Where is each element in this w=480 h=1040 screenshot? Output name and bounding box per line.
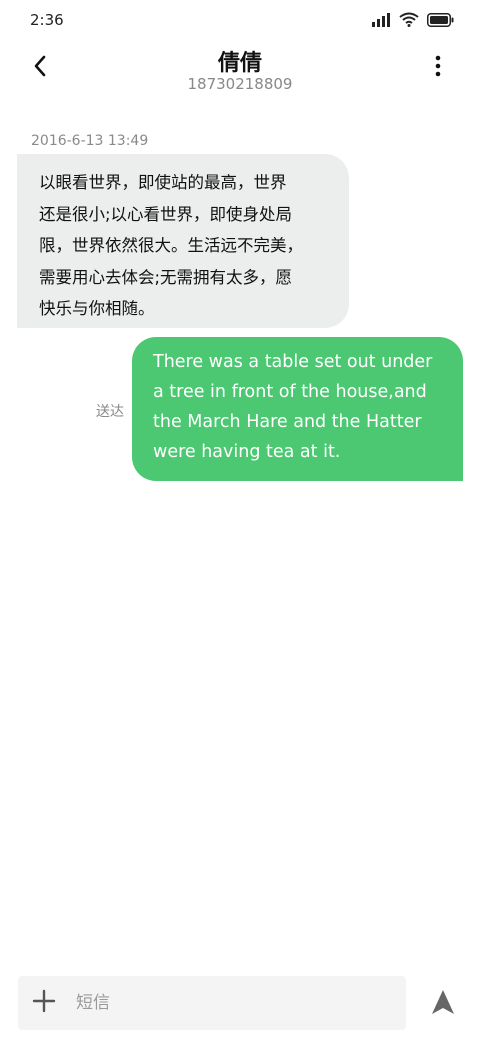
add-attachment-button[interactable] [30, 989, 58, 1017]
sms-input[interactable] [76, 986, 386, 1020]
message-line: 快乐与你相随。 [39, 299, 155, 318]
status-time: 2:36 [30, 11, 64, 29]
plus-icon [32, 989, 56, 1017]
message-line: 限，世界依然很大。生活远不完美， [39, 236, 303, 255]
contact-number: 18730218809 [187, 75, 293, 93]
message-line: 需要用心去体会;无需拥有太多，愿 [39, 267, 293, 287]
message-line: 还是很小;以心看世界，即使身处局 [39, 204, 293, 224]
incoming-message-bubble[interactable]: 以眼看世界，即使站的最高，世界 还是很小;以心看世界，即使身处局 限，世界依然很… [17, 154, 349, 328]
battery-icon [427, 12, 454, 27]
conversation-header: 倩倩 18730218809 [0, 40, 480, 110]
status-bar: 2:36 [0, 0, 480, 40]
composer-bar [18, 976, 406, 1030]
contact-name: 倩倩 [217, 51, 262, 76]
message-line: were having tea at it. [153, 442, 341, 462]
outgoing-message-bubble[interactable]: There was a table set out under a tree i… [132, 337, 463, 481]
messaging-screen: 2:36 倩倩 18730218809 2016-6-13 13:49 以眼看世… [0, 0, 480, 1040]
send-button[interactable] [428, 988, 458, 1020]
more-options-button[interactable] [420, 50, 456, 86]
message-line: a tree in front of the house,and [153, 382, 427, 402]
more-vertical-icon [435, 54, 441, 82]
message-timestamp: 2016-6-13 13:49 [31, 133, 149, 149]
delivery-status: 送达 [96, 404, 124, 420]
signal-icon [371, 12, 391, 27]
message-line: There was a table set out under [153, 352, 433, 372]
status-icons [371, 12, 454, 27]
send-icon [431, 989, 455, 1019]
message-line: 以眼看世界，即使站的最高，世界 [39, 173, 287, 192]
wifi-icon [399, 12, 419, 27]
message-line: the March Hare and the Hatter [153, 412, 422, 432]
